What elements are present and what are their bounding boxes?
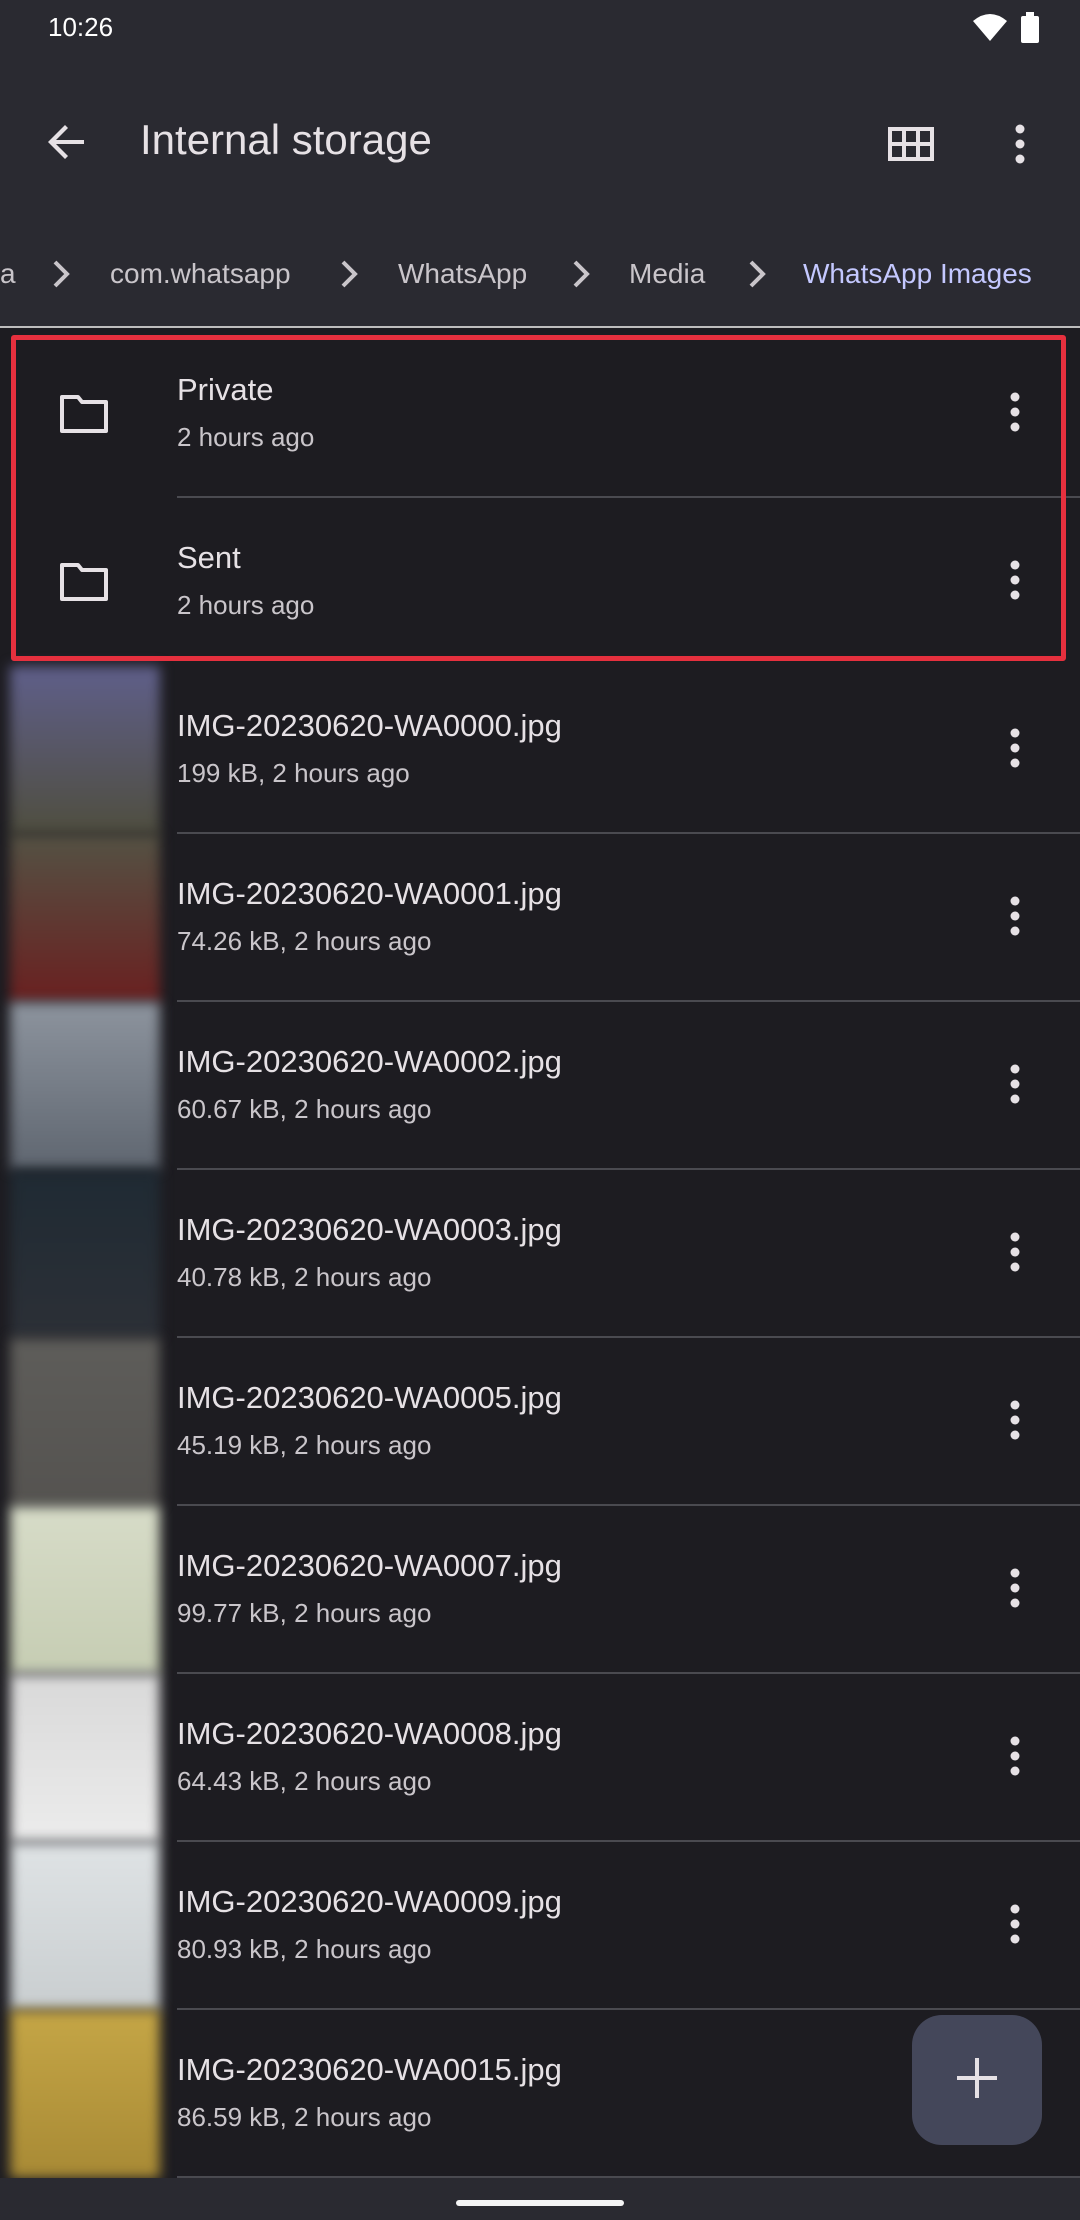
overflow-menu-button[interactable]	[985, 111, 1055, 181]
more-vert-icon	[1009, 1568, 1021, 1613]
breadcrumb-item-com-whatsapp[interactable]: com.whatsapp	[110, 258, 291, 290]
row-more-button[interactable]	[985, 1892, 1045, 1960]
grid-view-button[interactable]	[876, 111, 946, 181]
page-title: Internal storage	[140, 116, 432, 163]
more-vert-icon	[1009, 1904, 1021, 1949]
row-more-button[interactable]	[985, 1388, 1045, 1456]
row-title: IMG-20230620-WA0002.jpg	[177, 1044, 562, 1079]
file-row[interactable]: IMG-20230620-WA0005.jpg 45.19 kB, 2 hour…	[0, 1338, 1080, 1506]
file-row[interactable]: IMG-20230620-WA0000.jpg 199 kB, 2 hours …	[0, 666, 1080, 834]
image-thumbnail	[10, 1170, 160, 1338]
row-subtitle: 99.77 kB, 2 hours ago	[177, 1598, 432, 1628]
add-icon	[955, 2056, 999, 2105]
row-title: IMG-20230620-WA0015.jpg	[177, 2052, 562, 2087]
file-row[interactable]: IMG-20230620-WA0007.jpg 99.77 kB, 2 hour…	[0, 1506, 1080, 1674]
row-subtitle: 80.93 kB, 2 hours ago	[177, 1934, 432, 1964]
image-thumbnail	[10, 666, 160, 834]
row-subtitle: 60.67 kB, 2 hours ago	[177, 1094, 432, 1124]
row-title: IMG-20230620-WA0007.jpg	[177, 1548, 562, 1583]
image-thumbnail	[10, 834, 160, 1002]
row-subtitle: 74.26 kB, 2 hours ago	[177, 926, 432, 956]
more-vert-icon	[1009, 1400, 1021, 1445]
gesture-handle[interactable]	[456, 2200, 624, 2206]
row-subtitle: 40.78 kB, 2 hours ago	[177, 1262, 432, 1292]
row-title: Private	[177, 372, 274, 407]
more-vert-icon	[1009, 896, 1021, 941]
breadcrumb-item-a[interactable]: a	[0, 258, 16, 290]
chevron-right-icon	[566, 254, 596, 294]
row-subtitle: 2 hours ago	[177, 590, 315, 620]
row-more-button[interactable]	[985, 884, 1045, 952]
chevron-right-icon	[742, 254, 772, 294]
image-thumbnail	[10, 1338, 160, 1506]
more-vert-icon	[1009, 728, 1021, 773]
app-bar: Internal storage	[0, 56, 1080, 222]
row-more-button[interactable]	[985, 1052, 1045, 1120]
folder-icon	[56, 554, 112, 610]
more-vert-icon	[1009, 560, 1021, 605]
row-more-button[interactable]	[985, 380, 1045, 448]
folder-row-sent[interactable]: Sent 2 hours ago	[0, 498, 1080, 666]
image-thumbnail	[10, 1842, 160, 2010]
breadcrumb: a com.whatsapp WhatsApp Media WhatsApp I…	[0, 222, 1080, 328]
image-thumbnail	[10, 1002, 160, 1170]
row-title: IMG-20230620-WA0005.jpg	[177, 1380, 562, 1415]
navigation-bar	[0, 2178, 1080, 2220]
file-row[interactable]: IMG-20230620-WA0003.jpg 40.78 kB, 2 hour…	[0, 1170, 1080, 1338]
image-thumbnail	[10, 1506, 160, 1674]
breadcrumb-item-whatsapp[interactable]: WhatsApp	[398, 258, 527, 290]
row-title: Sent	[177, 540, 241, 575]
image-thumbnail	[10, 2010, 160, 2178]
image-thumbnail	[10, 1674, 160, 1842]
chevron-right-icon	[334, 254, 364, 294]
row-title: IMG-20230620-WA0001.jpg	[177, 876, 562, 911]
row-more-button[interactable]	[985, 1724, 1045, 1792]
status-icons	[972, 12, 1040, 49]
breadcrumb-item-whatsapp-images[interactable]: WhatsApp Images	[803, 258, 1032, 290]
row-subtitle: 86.59 kB, 2 hours ago	[177, 2102, 432, 2132]
chevron-right-icon	[46, 254, 76, 294]
more-vert-icon	[1009, 1064, 1021, 1109]
file-row[interactable]: IMG-20230620-WA0008.jpg 64.43 kB, 2 hour…	[0, 1674, 1080, 1842]
row-subtitle: 199 kB, 2 hours ago	[177, 758, 410, 788]
file-row[interactable]: IMG-20230620-WA0002.jpg 60.67 kB, 2 hour…	[0, 1002, 1080, 1170]
file-row[interactable]: IMG-20230620-WA0009.jpg 80.93 kB, 2 hour…	[0, 1842, 1080, 2010]
row-more-button[interactable]	[985, 1220, 1045, 1288]
row-more-button[interactable]	[985, 1556, 1045, 1624]
row-title: IMG-20230620-WA0003.jpg	[177, 1212, 562, 1247]
status-bar: 10:26	[0, 0, 1080, 56]
more-vert-icon	[1014, 124, 1026, 169]
status-time: 10:26	[48, 12, 114, 42]
wifi-icon	[972, 13, 1008, 48]
file-row[interactable]: IMG-20230620-WA0001.jpg 74.26 kB, 2 hour…	[0, 834, 1080, 1002]
row-subtitle: 2 hours ago	[177, 422, 315, 452]
add-button[interactable]	[912, 2015, 1042, 2145]
more-vert-icon	[1009, 1232, 1021, 1277]
folder-icon	[56, 386, 112, 442]
arrow-left-icon	[46, 121, 88, 168]
row-subtitle: 64.43 kB, 2 hours ago	[177, 1766, 432, 1796]
row-more-button[interactable]	[985, 716, 1045, 784]
row-title: IMG-20230620-WA0008.jpg	[177, 1716, 562, 1751]
more-vert-icon	[1009, 392, 1021, 437]
folder-row-private[interactable]: Private 2 hours ago	[0, 330, 1080, 498]
row-title: IMG-20230620-WA0009.jpg	[177, 1884, 562, 1919]
row-title: IMG-20230620-WA0000.jpg	[177, 708, 562, 743]
back-button[interactable]	[34, 111, 100, 177]
row-subtitle: 45.19 kB, 2 hours ago	[177, 1430, 432, 1460]
grid-view-icon	[888, 126, 934, 166]
row-more-button[interactable]	[985, 548, 1045, 616]
breadcrumb-item-media[interactable]: Media	[629, 258, 705, 290]
more-vert-icon	[1009, 1736, 1021, 1781]
battery-icon	[1020, 12, 1040, 49]
